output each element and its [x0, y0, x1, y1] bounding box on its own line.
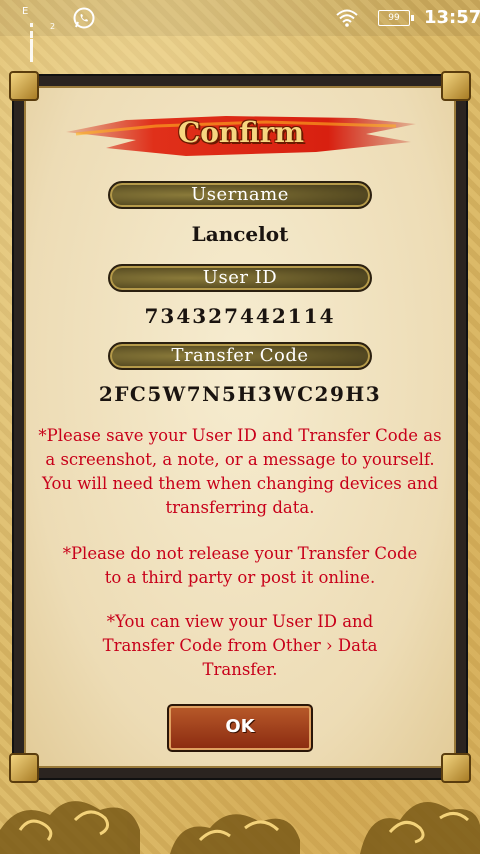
username-label-pill: Username	[108, 181, 372, 209]
clock: 13:57	[424, 7, 480, 28]
battery-icon: 99	[378, 10, 414, 26]
userid-value: 734327442114	[144, 304, 336, 328]
wifi-icon	[336, 9, 358, 27]
frame-corner-top-left	[9, 71, 39, 101]
dialog-title: Confirm	[177, 116, 305, 149]
userid-label-pill: User ID	[108, 264, 372, 292]
status-bar: E 2 99 13:57	[0, 0, 480, 62]
view-location-note: *You can view your User ID and Transfer …	[102, 612, 378, 679]
sim-slot-label: 2	[50, 22, 57, 31]
frame-corner-top-right	[441, 71, 471, 101]
signal-bars-icon	[30, 16, 35, 62]
whatsapp-icon[interactable]	[72, 6, 96, 30]
network-type-label: E	[22, 6, 30, 17]
transfer-code-label-pill: Transfer Code	[108, 342, 372, 370]
username-value: Lancelot	[191, 222, 289, 246]
cloud-decoration-icon	[0, 801, 480, 854]
ok-button[interactable]: OK	[167, 704, 313, 752]
dialog-title-banner: Confirm	[66, 112, 416, 158]
save-codes-note: *Please save your User ID and Transfer C…	[38, 426, 442, 517]
transfer-code-value: 2FC5W7N5H3WC29H3	[98, 382, 382, 406]
do-not-share-note: *Please do not release your Transfer Cod…	[62, 544, 418, 587]
